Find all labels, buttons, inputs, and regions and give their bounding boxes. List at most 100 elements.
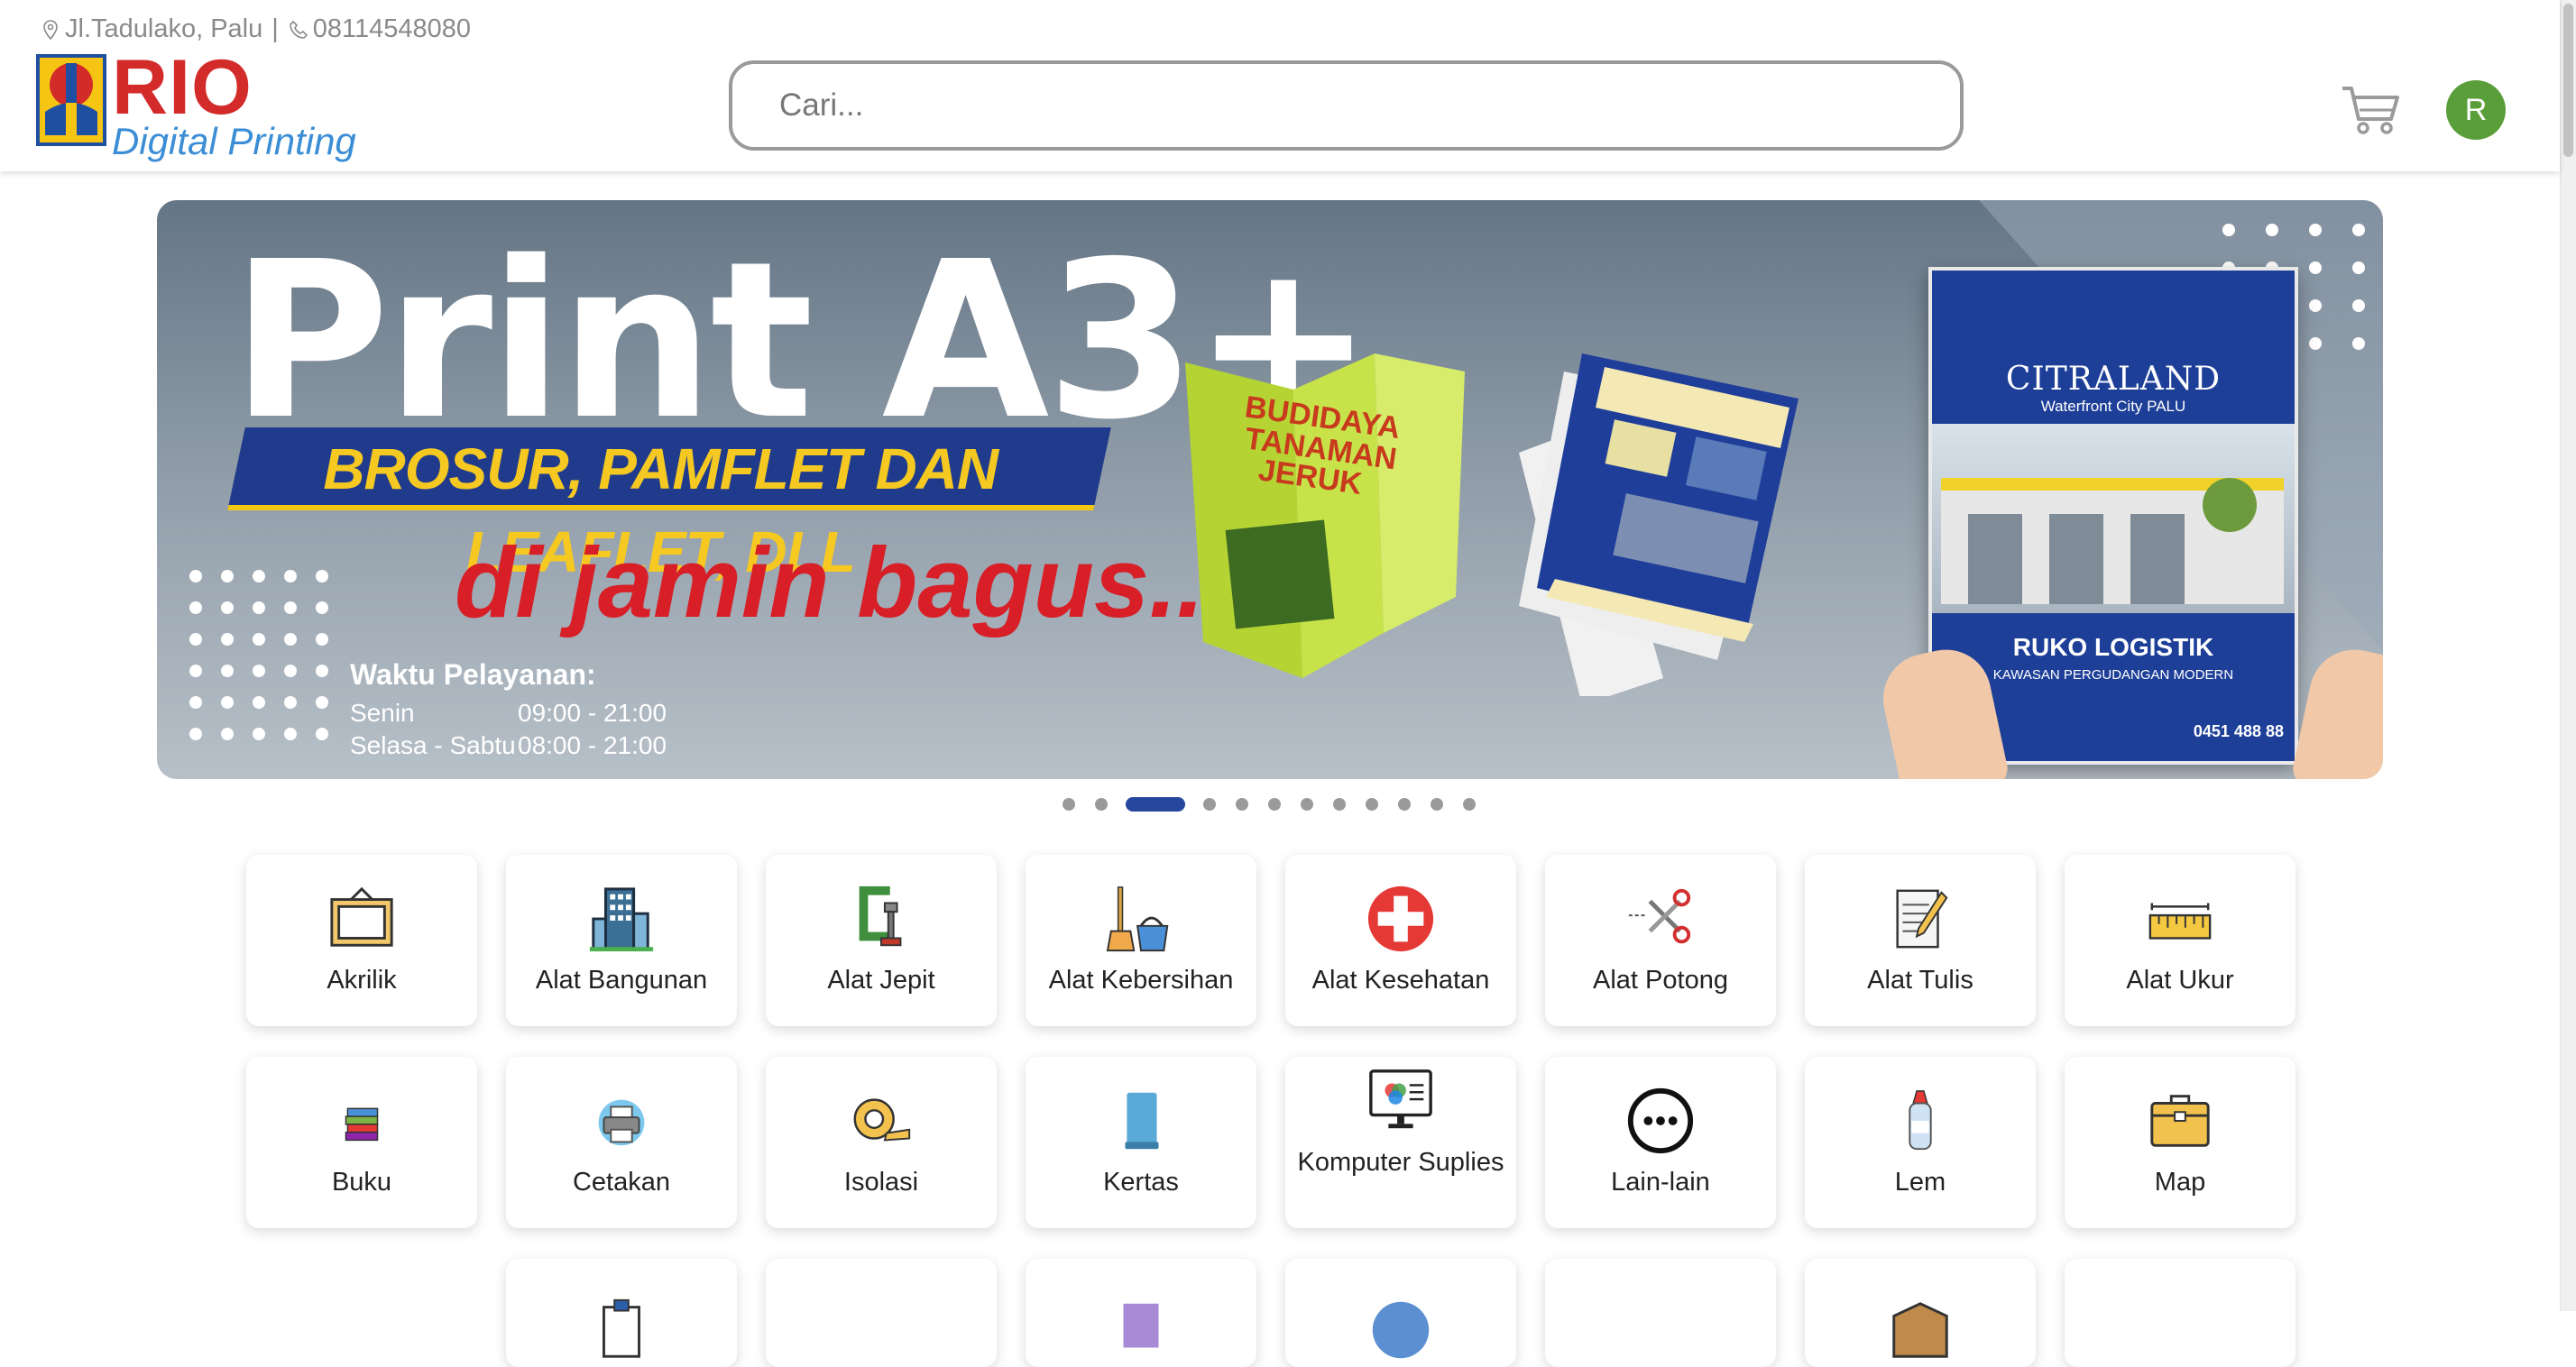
category-card[interactable] bbox=[1285, 1259, 1516, 1367]
promo-banner[interactable]: Print A3+ BROSUR, PAMFLET DAN LEAFLET, D… bbox=[157, 200, 2383, 779]
brochure-image: BUDIDAYA TANAMAN JERUK bbox=[1185, 353, 1465, 678]
category-card-map[interactable]: Map bbox=[2065, 1057, 2295, 1228]
banner-dots-left bbox=[189, 570, 328, 740]
category-card-alat-jepit[interactable]: Alat Jepit bbox=[766, 855, 997, 1026]
category-card-alat-bangunan[interactable]: Alat Bangunan bbox=[506, 855, 737, 1026]
carousel-dot[interactable] bbox=[1366, 798, 1378, 811]
computer-icon bbox=[1369, 1069, 1432, 1129]
carousel-dot[interactable] bbox=[1333, 798, 1346, 811]
search-input[interactable] bbox=[779, 87, 1960, 124]
user-avatar[interactable]: R bbox=[2446, 80, 2506, 140]
blue-circle-icon bbox=[1372, 1301, 1430, 1359]
category-label: Kertas bbox=[1103, 1168, 1179, 1197]
banner-tagline: di jamin bagus.... bbox=[455, 528, 1260, 638]
category-card-alat-potong[interactable]: Alat Potong bbox=[1545, 855, 1776, 1026]
category-card[interactable] bbox=[2065, 1259, 2295, 1367]
poster-phone: 0451 488 88 bbox=[2193, 722, 2284, 740]
carousel-dot[interactable] bbox=[1203, 798, 1216, 811]
more-icon bbox=[1627, 1087, 1694, 1154]
page-scrollbar[interactable] bbox=[2560, 0, 2576, 1311]
books-icon bbox=[345, 1107, 379, 1142]
carousel-dot[interactable] bbox=[1301, 798, 1313, 811]
category-label: Alat Kebersihan bbox=[1048, 966, 1234, 995]
poster-subtitle: Waterfront City PALU bbox=[2040, 398, 2186, 415]
category-label: Lem bbox=[1894, 1168, 1946, 1197]
category-card-isolasi[interactable]: Isolasi bbox=[766, 1057, 997, 1228]
category-label: Alat Potong bbox=[1593, 966, 1728, 995]
contact-bar: Jl.Tadulako, Palu | 08114548080 bbox=[40, 14, 471, 44]
carousel-indicators bbox=[0, 795, 2576, 813]
tape-icon bbox=[853, 1098, 911, 1142]
address-text: Jl.Tadulako, Palu bbox=[65, 14, 263, 43]
category-card-lem[interactable]: Lem bbox=[1805, 1057, 2036, 1228]
phone-text: 08114548080 bbox=[312, 14, 472, 43]
service-hours-title: Waktu Pelayanan: bbox=[350, 658, 596, 691]
category-card-komputer-suplies[interactable]: Komputer Suplies bbox=[1285, 1057, 1516, 1228]
ruler-icon bbox=[2148, 903, 2212, 940]
category-label: Map bbox=[2154, 1168, 2206, 1197]
service-hours-row: Selasa - Sabtu 08:00 - 21:00 bbox=[350, 731, 667, 759]
category-label: Cetakan bbox=[572, 1168, 670, 1197]
category-card-alat-tulis[interactable]: Alat Tulis bbox=[1805, 855, 2036, 1026]
logo[interactable]: RIO Digital Printing bbox=[36, 44, 356, 162]
service-hours: Waktu Pelayanan: Senin 09:00 - 21:00 Sela… bbox=[350, 658, 667, 762]
carousel-dot-active[interactable] bbox=[1126, 797, 1185, 812]
banner-strip: BROSUR, PAMFLET DAN LEAFLET, DLL bbox=[227, 427, 1111, 584]
carousel-dot[interactable] bbox=[1431, 798, 1443, 811]
medical-cross-icon bbox=[1367, 885, 1434, 952]
logo-title: RIO bbox=[112, 44, 253, 131]
poster-building-image bbox=[1932, 424, 2295, 613]
paper-icon bbox=[1125, 1092, 1159, 1150]
carousel-dot[interactable] bbox=[1095, 798, 1108, 811]
search-box[interactable] bbox=[729, 60, 1964, 151]
category-label: Buku bbox=[331, 1168, 392, 1197]
carousel-dot[interactable] bbox=[1463, 798, 1476, 811]
category-card-alat-ukur[interactable]: Alat Ukur bbox=[2065, 855, 2295, 1026]
poster-brand: CITRALAND bbox=[2005, 361, 2222, 398]
category-label: Akrilik bbox=[327, 966, 397, 995]
clamp-icon bbox=[859, 885, 902, 947]
carousel-dot[interactable] bbox=[1236, 798, 1248, 811]
box-icon bbox=[1892, 1302, 1948, 1358]
service-hours-row: Senin 09:00 - 21:00 bbox=[350, 699, 667, 727]
category-card-alat-kebersihan[interactable]: Alat Kebersihan bbox=[1026, 855, 1256, 1026]
category-card-buku[interactable]: Buku bbox=[246, 1057, 477, 1228]
contact-divider: | bbox=[271, 14, 279, 43]
category-card-cetakan[interactable]: Cetakan bbox=[506, 1057, 737, 1228]
scrollbar-thumb[interactable] bbox=[2563, 4, 2573, 157]
category-card[interactable] bbox=[1026, 1259, 1256, 1367]
folder-case-icon bbox=[2150, 1095, 2210, 1147]
category-card[interactable] bbox=[1545, 1259, 1776, 1367]
carousel-dot[interactable] bbox=[1063, 798, 1075, 811]
cart-icon[interactable] bbox=[2340, 83, 2403, 137]
carousel-dot[interactable] bbox=[1398, 798, 1411, 811]
flyers-image bbox=[1519, 353, 1799, 696]
glue-icon bbox=[1909, 1090, 1932, 1151]
carousel-dot[interactable] bbox=[1268, 798, 1281, 811]
category-label: Alat Kesehatan bbox=[1311, 966, 1490, 995]
poster-title: RUKO LOGISTIK bbox=[2012, 633, 2214, 661]
clipboard-icon bbox=[603, 1298, 640, 1358]
category-card-kertas[interactable]: Kertas bbox=[1026, 1057, 1256, 1228]
logo-subtitle: Digital Printing bbox=[112, 120, 356, 162]
category-card[interactable] bbox=[766, 1259, 997, 1367]
category-card-lain-lain[interactable]: Lain-lain bbox=[1545, 1057, 1776, 1228]
header: Jl.Tadulako, Palu | 08114548080 RIO Digi… bbox=[0, 0, 2560, 171]
category-card[interactable] bbox=[1805, 1259, 2036, 1367]
category-card-alat-kesehatan[interactable]: Alat Kesehatan bbox=[1285, 855, 1516, 1026]
location-pin-icon bbox=[43, 19, 58, 40]
category-card[interactable] bbox=[506, 1259, 737, 1367]
printer-icon bbox=[598, 1099, 645, 1146]
building-icon bbox=[589, 887, 654, 952]
category-card-akrilik[interactable]: Akrilik bbox=[246, 855, 477, 1026]
notepad-pencil-icon bbox=[1896, 889, 1948, 949]
category-label: Komputer Suplies bbox=[1297, 1148, 1504, 1177]
category-label: Alat Jepit bbox=[827, 966, 935, 995]
category-label: Isolasi bbox=[843, 1168, 919, 1197]
phone-icon bbox=[289, 20, 308, 39]
category-label: Alat Bangunan bbox=[535, 966, 708, 995]
category-label: Alat Tulis bbox=[1867, 966, 1973, 995]
category-label: Alat Ukur bbox=[2126, 966, 2234, 995]
category-label: Lain-lain bbox=[1611, 1168, 1710, 1197]
cleaning-icon bbox=[1106, 886, 1169, 952]
